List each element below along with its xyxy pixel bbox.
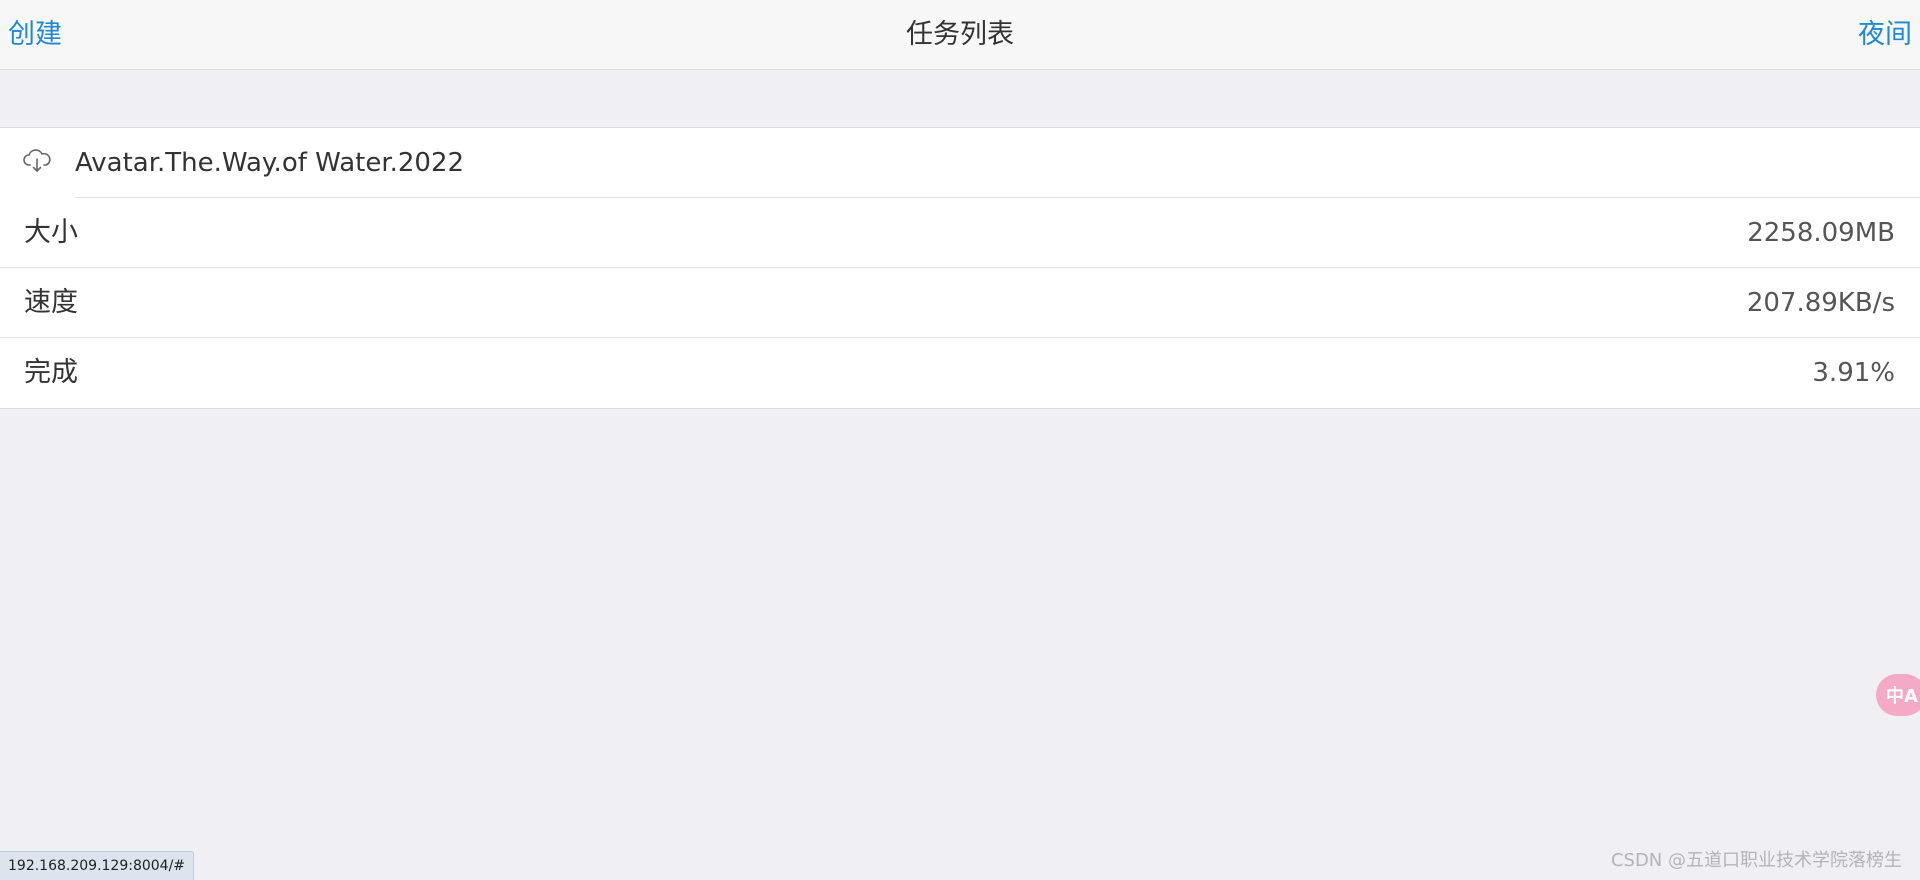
navbar: 创建 任务列表 夜间 <box>0 0 1920 70</box>
speed-value: 207.89KB/s <box>1746 288 1895 318</box>
row-label: 速度 <box>24 287 78 318</box>
translate-button[interactable]: 中A <box>1876 674 1920 716</box>
size-value: 2258.09MB <box>1747 218 1895 248</box>
info-row-progress: 完成 3.91% <box>0 338 1920 408</box>
info-row-size: 大小 2258.09MB <box>0 198 1920 268</box>
task-header[interactable]: Avatar.The.Way.of Water.2022 <box>0 128 1920 198</box>
row-label: 大小 <box>24 217 78 248</box>
row-label: 完成 <box>24 357 78 388</box>
status-bar-url: 192.168.209.129:8004/# <box>0 851 195 880</box>
task-name: Avatar.The.Way.of Water.2022 <box>75 128 1920 198</box>
translate-icon: 中A <box>1886 686 1918 707</box>
info-row-speed: 速度 207.89KB/s <box>0 268 1920 338</box>
progress-value: 3.91% <box>1812 358 1895 388</box>
page-title: 任务列表 <box>906 19 1014 50</box>
night-mode-button[interactable]: 夜间 <box>1858 0 1912 70</box>
cloud-download-icon <box>23 149 51 172</box>
watermark: CSDN @五道口职业技术学院落榜生 <box>1610 850 1902 871</box>
task-card[interactable]: Avatar.The.Way.of Water.2022 大小 2258.09M… <box>0 127 1920 409</box>
